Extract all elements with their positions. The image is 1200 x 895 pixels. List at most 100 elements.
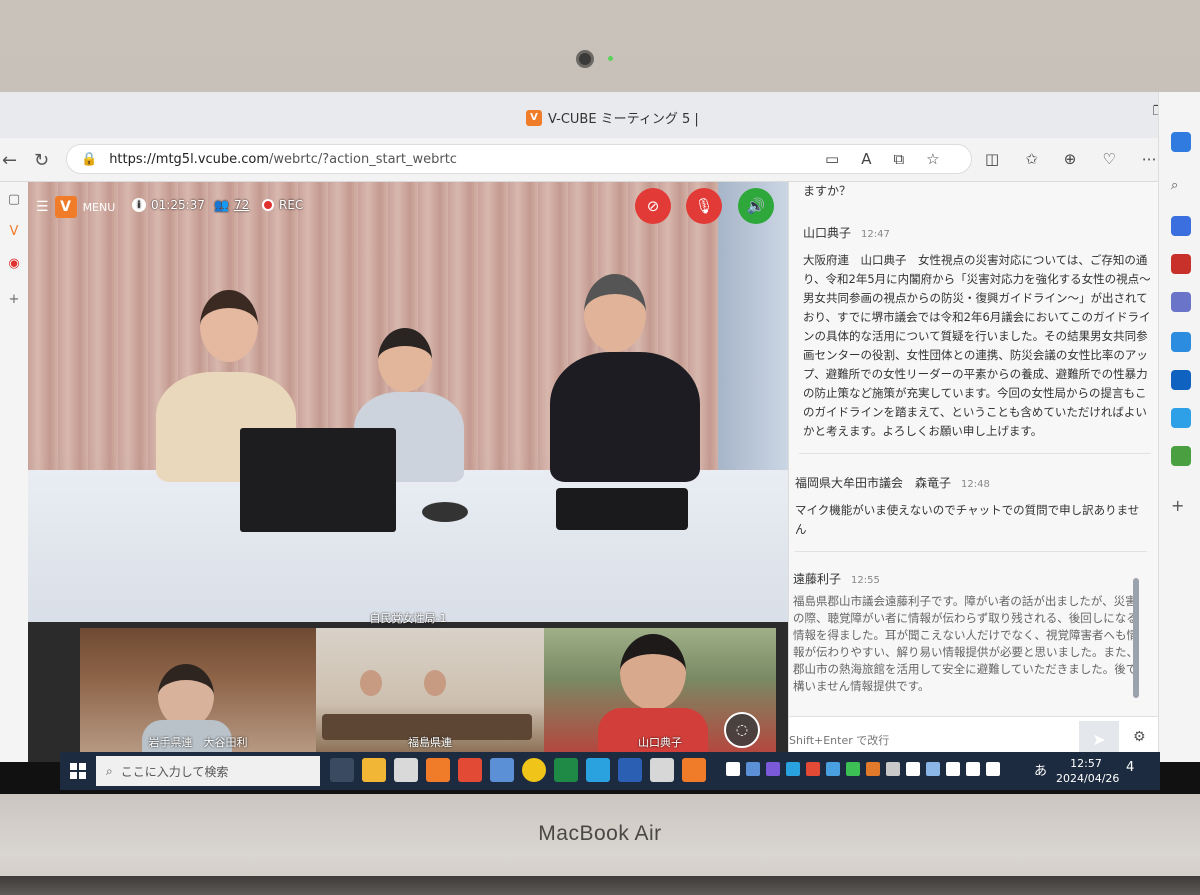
url-path: /webrtc/?action_start_webrtc [269, 151, 457, 167]
outlook-icon[interactable] [1171, 370, 1191, 390]
main-video-label: 自民党女性局-1 [369, 612, 447, 625]
media-icon[interactable] [426, 758, 450, 782]
task-view-icon[interactable] [330, 758, 354, 782]
chat-message: 山口典子 12:47 大阪府連 山口典子 女性視点の災害対応については、ご存知の… [799, 224, 1151, 454]
edge-drop-icon[interactable] [1171, 332, 1191, 352]
tray-show-hidden-icon[interactable] [726, 762, 740, 776]
camera-off-button[interactable]: ⊘ [635, 188, 671, 224]
participants-icon: 👥 [214, 198, 229, 212]
browser-essentials-icon[interactable]: ♡ [1102, 150, 1115, 168]
add-icon[interactable]: + [1171, 496, 1191, 516]
tray-app-icon[interactable] [826, 762, 840, 776]
tray-app-icon[interactable] [746, 762, 760, 776]
system-tray [726, 762, 1000, 776]
thumbnail-person [424, 670, 446, 696]
info-icon[interactable]: i [132, 198, 146, 212]
main-video[interactable]: 自民党女性局-1 [28, 182, 788, 625]
chat-toggle-button[interactable]: ◌ [724, 712, 760, 748]
read-aloud-icon[interactable]: A [861, 150, 871, 168]
participant-count[interactable]: 👥 72 [214, 198, 249, 212]
tray-app-icon[interactable] [886, 762, 900, 776]
mail-icon[interactable] [490, 758, 514, 782]
tab-actions-icon[interactable]: ▢ [4, 192, 24, 212]
outlook-task-icon[interactable] [682, 758, 706, 782]
gear-icon[interactable]: ⚙ [1133, 729, 1146, 745]
browser-right-sidebar: ⌕ + [1158, 92, 1200, 762]
chat-message-fragment: ますか？ [803, 184, 852, 198]
tray-app-icon[interactable] [786, 762, 800, 776]
tray-app-icon[interactable] [866, 762, 880, 776]
chrome-icon[interactable] [522, 758, 546, 782]
tray-onenote-icon[interactable] [766, 762, 780, 776]
back-icon[interactable]: ← [2, 150, 17, 171]
mic-mute-button[interactable]: 🎙 [686, 188, 722, 224]
tray-volume-icon[interactable] [966, 762, 980, 776]
search-icon[interactable]: ⌕ [1171, 178, 1191, 198]
chat-body: マイク機能がいま使えないのでチャットでの質問で申し訳ありません [795, 503, 1140, 536]
tray-mic-icon[interactable] [906, 762, 920, 776]
chat-scrollbar[interactable] [1133, 578, 1139, 698]
favorite-star-icon[interactable]: ☆ [926, 150, 939, 168]
extension-icon[interactable]: ⧉ [893, 150, 904, 168]
notification-icon[interactable]: 4 [1126, 760, 1146, 780]
tray-wifi-icon[interactable] [986, 762, 1000, 776]
chat-message: 遠藤利子 12:55 福島県郡山市議会遠藤利子です。障がい者の話が出ましたが、災… [793, 570, 1145, 710]
thumbnail-person [620, 634, 686, 710]
new-tab-icon[interactable]: + [4, 292, 24, 312]
projector [556, 488, 688, 530]
taskbar-clock[interactable]: 12:57 2024/04/26 [1056, 756, 1119, 786]
more-menu-icon[interactable]: ⋯ [1142, 150, 1157, 168]
send-icon[interactable] [1171, 408, 1191, 428]
video-thumbnail[interactable]: 福島県連 [316, 628, 544, 754]
browser-tab[interactable]: V V-CUBE ミーティング 5 | [526, 108, 699, 127]
tree-icon[interactable] [1171, 446, 1191, 466]
tray-app-icon[interactable] [806, 762, 820, 776]
tools-icon[interactable] [1171, 216, 1191, 236]
people-icon[interactable] [1171, 292, 1191, 312]
laptop-brand: MacBook Air [538, 822, 662, 845]
favorites-icon[interactable]: ✩ [1025, 150, 1038, 168]
split-screen-icon[interactable]: ◫ [985, 150, 999, 168]
chat-input[interactable] [789, 725, 1074, 755]
tab-title: V-CUBE ミーティング 5 | [548, 112, 699, 127]
copilot-icon[interactable] [1171, 132, 1191, 152]
chat-time: 12:47 [861, 229, 890, 240]
video-thumbnail[interactable]: 岩手県連 大谷田利 [80, 628, 316, 754]
edge-icon[interactable] [586, 758, 610, 782]
tray-app-icon[interactable] [926, 762, 940, 776]
menu-button[interactable]: ☰ V MENU [36, 196, 115, 218]
word-icon[interactable] [618, 758, 642, 782]
windows-start-icon[interactable] [70, 763, 86, 779]
shopping-icon[interactable] [1171, 254, 1191, 274]
speaker-icon: 🔊 [746, 197, 766, 215]
participant-woman-left-head [200, 290, 258, 362]
record-tab-icon[interactable]: ◉ [4, 256, 24, 276]
send-icon: ➤ [1092, 729, 1106, 749]
vcube-logo-icon: V [54, 196, 77, 218]
tray-battery-icon[interactable] [946, 762, 960, 776]
camera-icon[interactable]: ▭ [825, 150, 839, 168]
lock-icon[interactable]: 🔒 [81, 152, 97, 167]
window-curtain [718, 182, 788, 482]
store-icon[interactable] [394, 758, 418, 782]
excel-icon[interactable] [554, 758, 578, 782]
chat-time: 12:48 [961, 479, 990, 490]
tray-app-icon[interactable] [846, 762, 860, 776]
menu-label: MENU [82, 200, 116, 214]
powerpoint-icon[interactable] [458, 758, 482, 782]
vcube-tab-icon[interactable]: V [4, 224, 24, 244]
file-explorer-icon[interactable] [362, 758, 386, 782]
conference-speaker [422, 502, 468, 522]
meeting-area: 自民党女性局-1 ☰ V MENU i 01:25:37 👥 72 REC ⊘ … [28, 182, 788, 762]
address-bar-actions: ▭ A ⧉ ☆ [825, 150, 940, 168]
ime-indicator[interactable]: あ [1034, 760, 1047, 779]
chat-panel: ますか？ 山口典子 12:47 大阪府連 山口典子 女性視点の災害対応については… [788, 182, 1159, 762]
taskbar-search[interactable]: ⌕ ここに入力して検索 [96, 756, 320, 786]
chat-sender: 山口典子 [803, 226, 852, 240]
reload-icon[interactable]: ↻ [34, 150, 49, 171]
webcam-led [608, 56, 613, 61]
participant-count-value: 72 [233, 198, 250, 212]
speaker-button[interactable]: 🔊 [738, 188, 774, 224]
notepad-icon[interactable] [650, 758, 674, 782]
collections-icon[interactable]: ⊕ [1064, 150, 1077, 168]
